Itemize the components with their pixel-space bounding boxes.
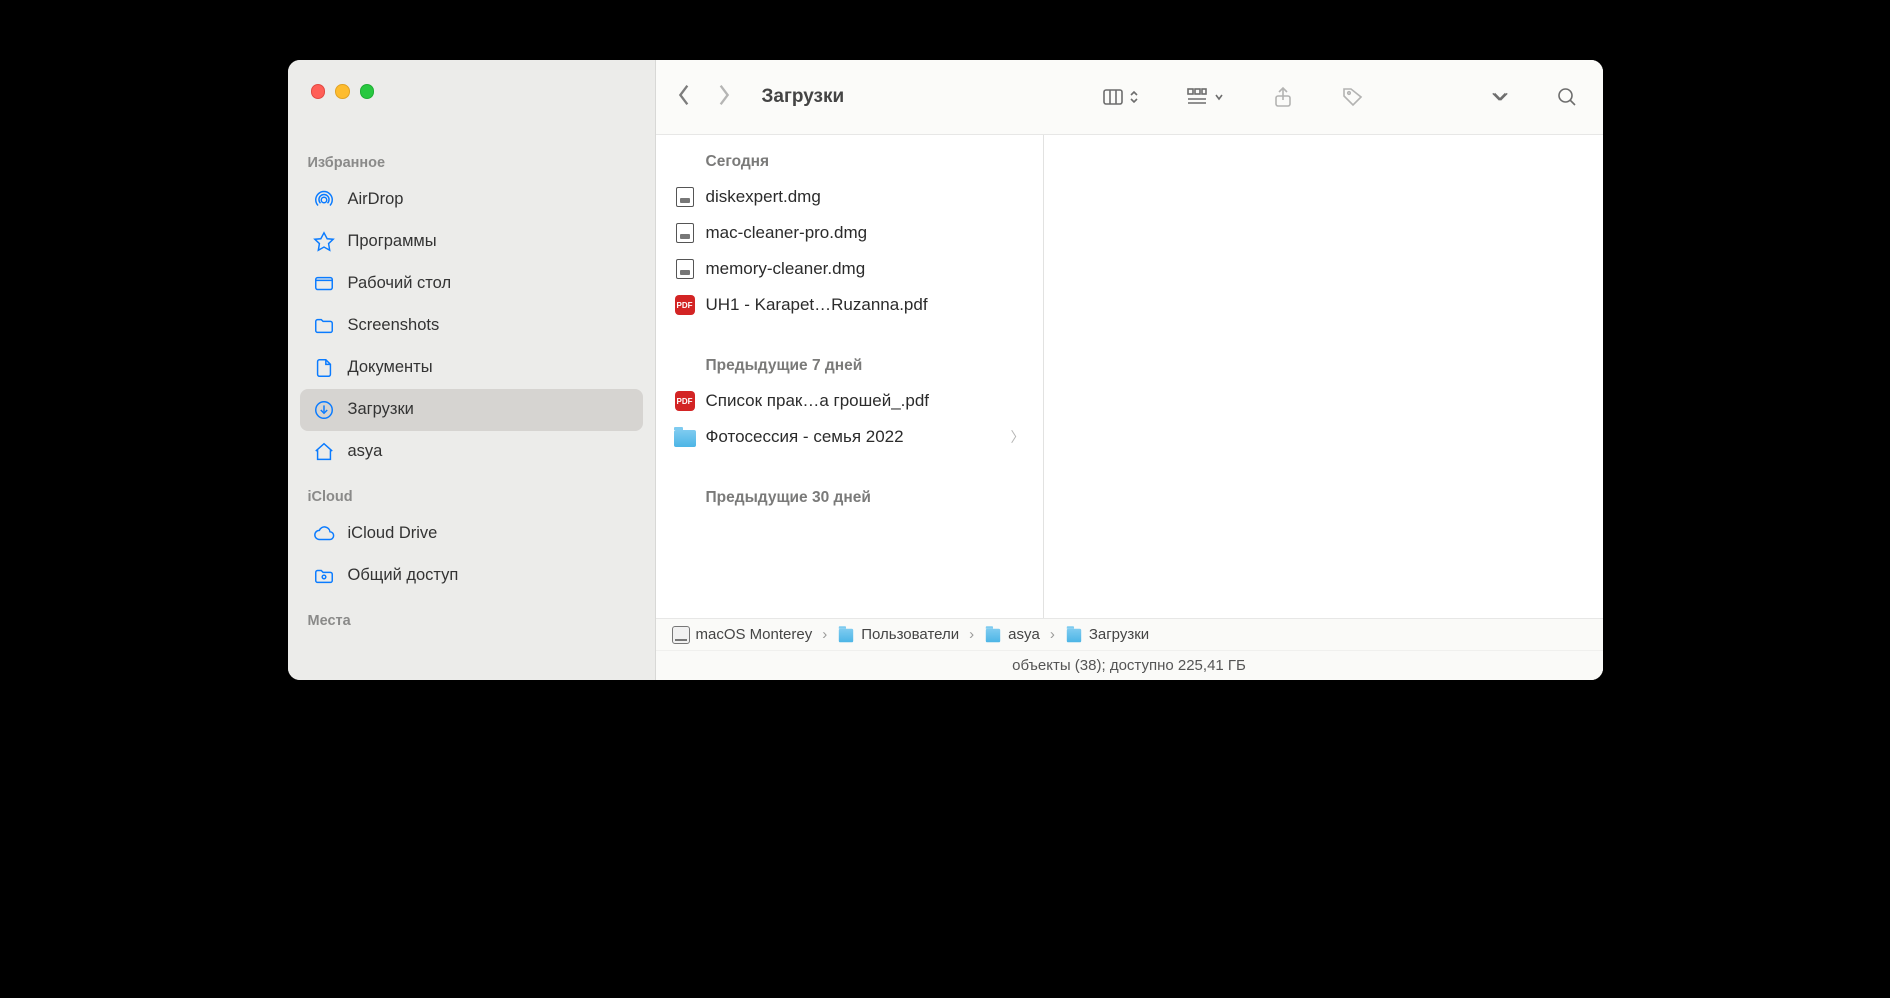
sidebar-item-label: Общий доступ <box>348 566 459 585</box>
file-row[interactable]: memory-cleaner.dmg <box>656 251 1043 287</box>
pdf-icon: PDF <box>674 294 696 316</box>
file-column[interactable]: Сегодня diskexpert.dmg mac-cleaner-pro.d… <box>656 135 1044 618</box>
path-label: macOS Monterey <box>696 626 813 643</box>
file-row[interactable]: Фотосессия - семья 2022 〉 <box>656 419 1043 455</box>
more-button[interactable] <box>1491 85 1509 109</box>
file-row[interactable]: PDF UH1 - Karapet…Ruzanna.pdf <box>656 287 1043 323</box>
traffic-lights <box>288 84 655 99</box>
zoom-window-button[interactable] <box>360 84 375 99</box>
file-name: Фотосессия - семья 2022 <box>706 427 1001 447</box>
status-text: объекты (38); доступно 225,41 ГБ <box>1012 657 1246 674</box>
downloads-icon <box>312 398 336 422</box>
shared-icon <box>312 564 336 588</box>
sidebar-item-label: asya <box>348 442 383 461</box>
file-name: Список прак…а грошей_.pdf <box>706 391 1025 411</box>
search-button[interactable] <box>1555 85 1579 109</box>
home-icon <box>312 440 336 464</box>
sidebar-item-documents[interactable]: Документы <box>300 347 643 389</box>
sidebar-item-label: iCloud Drive <box>348 524 438 543</box>
sidebar-item-shared[interactable]: Общий доступ <box>300 555 643 597</box>
view-mode-button[interactable] <box>1101 85 1139 109</box>
folder-icon <box>1065 626 1083 644</box>
group-button[interactable] <box>1185 85 1225 109</box>
sidebar-item-airdrop[interactable]: AirDrop <box>300 179 643 221</box>
file-name: diskexpert.dmg <box>706 187 1025 207</box>
folder-icon <box>312 314 336 338</box>
status-bar: объекты (38); доступно 225,41 ГБ <box>656 650 1603 680</box>
path-crumb[interactable]: Пользователи <box>837 626 959 644</box>
dmg-icon <box>674 222 696 244</box>
apps-icon <box>312 230 336 254</box>
sidebar-section-favorites-title: Избранное <box>288 155 655 179</box>
sidebar-item-label: Загрузки <box>348 400 414 419</box>
chevron-right-icon: › <box>969 626 974 643</box>
sidebar-item-label: Screenshots <box>348 316 440 335</box>
group-heading-today: Сегодня <box>656 143 1043 179</box>
sidebar-item-downloads[interactable]: Загрузки <box>300 389 643 431</box>
content-row: Сегодня diskexpert.dmg mac-cleaner-pro.d… <box>656 135 1603 618</box>
sidebar-item-label: Рабочий стол <box>348 274 452 293</box>
sidebar-item-applications[interactable]: Программы <box>300 221 643 263</box>
chevron-right-icon: › <box>822 626 827 643</box>
main-area: Загрузки <box>656 60 1603 680</box>
airdrop-icon <box>312 188 336 212</box>
file-row[interactable]: diskexpert.dmg <box>656 179 1043 215</box>
path-label: Пользователи <box>861 626 959 643</box>
folder-icon <box>837 626 855 644</box>
forward-button[interactable] <box>714 81 732 114</box>
back-button[interactable] <box>676 81 694 114</box>
group-heading-30days: Предыдущие 30 дней <box>656 479 1043 515</box>
share-button[interactable] <box>1271 85 1295 109</box>
tags-button[interactable] <box>1341 85 1365 109</box>
nav-buttons <box>676 81 732 114</box>
path-bar: macOS Monterey › Пользователи › asya › З… <box>656 618 1603 650</box>
dmg-icon <box>674 258 696 280</box>
sidebar-item-label: Документы <box>348 358 433 377</box>
file-row[interactable]: mac-cleaner-pro.dmg <box>656 215 1043 251</box>
sidebar-item-screenshots[interactable]: Screenshots <box>300 305 643 347</box>
minimize-window-button[interactable] <box>335 84 350 99</box>
sidebar-item-home[interactable]: asya <box>300 431 643 473</box>
sidebar-section-icloud-title: iCloud <box>288 489 655 513</box>
sidebar-section-locations-title: Места <box>288 613 655 637</box>
chevron-right-icon: › <box>1050 626 1055 643</box>
group-heading-7days: Предыдущие 7 дней <box>656 347 1043 383</box>
disk-icon <box>672 626 690 644</box>
cloud-icon <box>312 522 336 546</box>
sidebar-item-label: AirDrop <box>348 190 404 209</box>
sidebar-item-desktop[interactable]: Рабочий стол <box>300 263 643 305</box>
folder-icon <box>674 426 696 448</box>
dmg-icon <box>674 186 696 208</box>
path-crumb[interactable]: macOS Monterey <box>672 626 813 644</box>
finder-window: Избранное AirDrop Программы Рабочий стол… <box>288 60 1603 680</box>
toolbar-right <box>1101 85 1579 109</box>
chevron-right-icon: 〉 <box>1011 427 1025 447</box>
document-icon <box>312 356 336 380</box>
window-title: Загрузки <box>762 86 845 108</box>
file-row[interactable]: PDF Список прак…а грошей_.pdf <box>656 383 1043 419</box>
sidebar-item-icloud-drive[interactable]: iCloud Drive <box>300 513 643 555</box>
folder-icon <box>984 626 1002 644</box>
close-window-button[interactable] <box>311 84 326 99</box>
toolbar: Загрузки <box>656 60 1603 135</box>
sidebar: Избранное AirDrop Программы Рабочий стол… <box>288 60 656 680</box>
desktop-icon <box>312 272 336 296</box>
path-label: Загрузки <box>1089 626 1149 643</box>
path-label: asya <box>1008 626 1040 643</box>
sidebar-item-label: Программы <box>348 232 437 251</box>
pdf-icon: PDF <box>674 390 696 412</box>
preview-column <box>1044 135 1603 618</box>
file-name: mac-cleaner-pro.dmg <box>706 223 1025 243</box>
file-name: UH1 - Karapet…Ruzanna.pdf <box>706 295 1025 315</box>
path-crumb[interactable]: Загрузки <box>1065 626 1149 644</box>
path-crumb[interactable]: asya <box>984 626 1040 644</box>
file-name: memory-cleaner.dmg <box>706 259 1025 279</box>
